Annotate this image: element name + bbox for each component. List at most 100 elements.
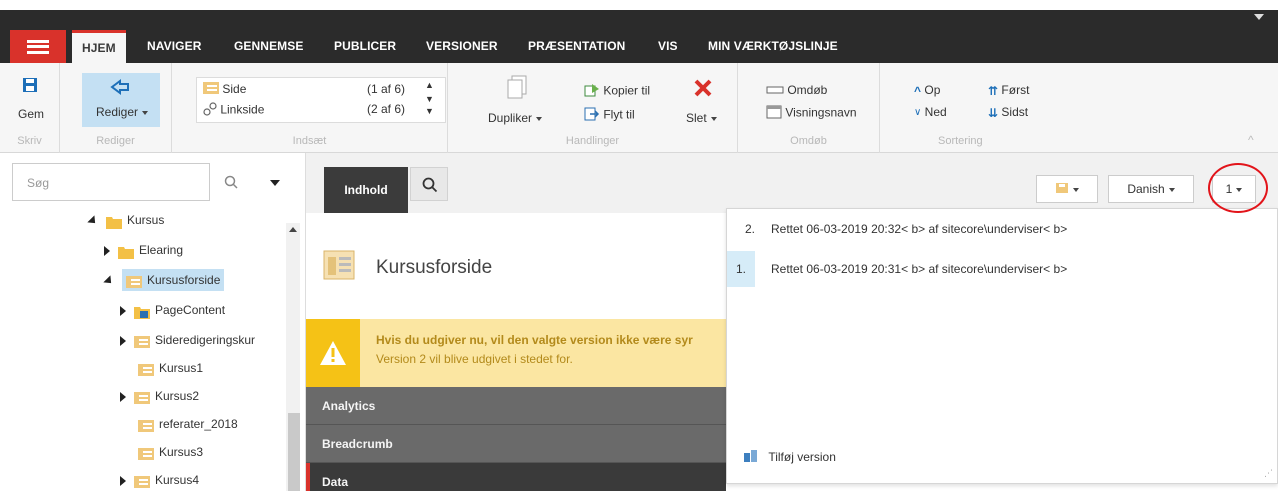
search-icon[interactable] — [224, 175, 238, 192]
tree-item-kursus4[interactable]: Kursus4 — [120, 469, 199, 491]
add-version-icon — [743, 449, 759, 466]
tree-item-label: Kursus1 — [159, 361, 204, 375]
section-breadcrumb[interactable]: Breadcrumb — [306, 425, 726, 463]
tab-naviger[interactable]: NAVIGER — [147, 30, 201, 63]
version-number: 1. — [727, 251, 755, 287]
insert-list: Side (1 af 6) Linkside (2 af 6) ▲ ▼ ▼ — [196, 77, 446, 123]
folder-icon — [106, 214, 122, 229]
move-to-button[interactable]: Flyt til — [584, 107, 635, 124]
content-tree-pane: Søg Kursus Elearing Kursusforside PageCo… — [0, 153, 306, 491]
save-icon[interactable] — [22, 77, 38, 96]
tab-publicer[interactable]: PUBLICER — [334, 30, 396, 63]
move-icon — [584, 107, 600, 124]
duplicate-button-label: Dupliker — [488, 111, 533, 125]
chevron-down-icon: ∨ — [914, 107, 922, 119]
scroll-down-icon[interactable]: ▼ — [425, 94, 434, 104]
section-analytics[interactable]: Analytics — [306, 387, 726, 425]
insert-item-linkside-count: (2 af 6) — [367, 102, 406, 116]
search-options-dropdown[interactable] — [270, 180, 280, 186]
tree-item-label: referater_2018 — [159, 417, 238, 431]
group-label-omdob: Omdøb — [790, 135, 827, 147]
tab-hjem[interactable]: HJEM — [72, 30, 126, 63]
copy-icon — [584, 83, 600, 100]
version-item-selected[interactable]: 1. Rettet 06-03-2019 20:31< b> af siteco… — [727, 251, 1277, 287]
tree-item-kursus[interactable]: Kursus — [87, 209, 164, 231]
tab-vis[interactable]: VIS — [658, 30, 678, 63]
collapse-icon[interactable] — [103, 275, 115, 287]
display-name-button[interactable]: Visningsnavn — [766, 105, 857, 122]
tab-versioner[interactable]: VERSIONER — [426, 30, 498, 63]
sort-last-button[interactable]: ⇊ Sidst — [988, 105, 1028, 120]
expand-icon[interactable]: ▼ — [425, 106, 434, 116]
insert-item-side-label: Side — [222, 82, 247, 96]
insert-item-side[interactable]: Side — [203, 82, 246, 97]
tree-item-pagecontent[interactable]: PageContent — [120, 299, 225, 321]
ribbon-collapse-icon[interactable]: ^ — [1248, 133, 1254, 147]
save-button[interactable]: Gem — [18, 107, 44, 121]
version-number: 2. — [744, 222, 755, 236]
tree-item-kursus2[interactable]: Kursus2 — [120, 385, 199, 407]
sort-last-label: Sidst — [1001, 105, 1029, 119]
tree-item-sideredigeringskur[interactable]: Sideredigeringskur — [120, 329, 255, 351]
menu-button[interactable] — [10, 30, 66, 63]
add-version-button[interactable]: Tilføj version — [743, 449, 836, 466]
group-label-skriv: Skriv — [17, 135, 42, 147]
expand-icon[interactable] — [120, 335, 126, 346]
scroll-up-arrow-icon[interactable] — [289, 227, 297, 232]
edit-button-label: Rediger — [96, 105, 139, 119]
edit-button[interactable]: Rediger — [82, 73, 160, 127]
expand-icon[interactable] — [120, 475, 126, 486]
page-icon — [203, 82, 219, 97]
group-label-handlinger: Handlinger — [565, 135, 620, 147]
duplicate-icon[interactable] — [506, 75, 528, 102]
scroll-up-icon[interactable]: ▲ — [425, 80, 434, 90]
item-title: Kursusforside — [376, 257, 493, 278]
duplicate-button[interactable]: Dupliker — [488, 111, 543, 125]
expand-icon[interactable] — [120, 305, 126, 316]
search-icon — [422, 177, 438, 196]
tree-item-elearing[interactable]: Elearing — [104, 239, 183, 261]
tab-praesentation[interactable]: PRÆSENTATION — [528, 30, 625, 63]
double-chevron-up-icon: ⇈ — [988, 83, 999, 98]
language-selector[interactable]: Danish — [1108, 175, 1194, 203]
insert-item-linkside[interactable]: Linkside — [203, 102, 264, 119]
expand-icon[interactable] — [120, 391, 126, 402]
delete-button-label: Slet — [686, 111, 707, 125]
page-icon — [138, 418, 154, 432]
expand-icon[interactable] — [104, 245, 110, 256]
tree-item-kursusforside[interactable]: Kursusforside — [103, 269, 225, 291]
highlight-circle — [1208, 163, 1268, 213]
rename-button[interactable]: Omdøb — [766, 83, 827, 98]
tab-gennemse[interactable]: GENNEMSE — [234, 30, 303, 63]
collapse-icon[interactable] — [87, 215, 99, 227]
tree-item-kursus1[interactable]: Kursus1 — [138, 357, 203, 379]
tab-min-vaerktoejslinje[interactable]: MIN VÆRKTØJSLINJE — [708, 30, 838, 63]
scroll-thumb[interactable] — [288, 413, 300, 491]
tree-scrollbar[interactable] — [286, 223, 300, 491]
version-item[interactable]: 2. Rettet 06-03-2019 20:32< b> af siteco… — [727, 211, 1277, 247]
collapse-arrow-icon[interactable] — [1254, 14, 1264, 20]
search-input[interactable]: Søg — [12, 163, 210, 201]
page-icon — [126, 274, 142, 288]
delete-button[interactable]: Slet — [686, 111, 717, 125]
sort-first-label: Først — [1001, 83, 1030, 97]
resize-grip-icon[interactable]: ⋰ — [1264, 468, 1273, 479]
tree-item-label: Kursus2 — [155, 389, 200, 403]
sort-first-button[interactable]: ⇈ Først — [988, 83, 1029, 98]
language-label: Danish — [1127, 182, 1165, 196]
tab-indhold[interactable]: Indhold — [324, 167, 408, 213]
double-chevron-down-icon: ⇊ — [988, 105, 999, 120]
sort-up-button[interactable]: ^ Op — [914, 83, 940, 98]
save-options-button[interactable] — [1036, 175, 1098, 203]
save-icon — [1055, 177, 1069, 203]
version-text: Rettet 06-03-2019 20:31< b> af sitecore\… — [771, 262, 1068, 276]
tree-item-kursus3[interactable]: Kursus3 — [138, 441, 203, 463]
copy-to-button[interactable]: Kopier til — [584, 83, 650, 100]
tree-item-referater-2018[interactable]: referater_2018 — [138, 413, 238, 435]
add-version-label: Tilføj version — [768, 449, 836, 464]
delete-icon[interactable] — [694, 79, 712, 100]
search-tab[interactable] — [410, 167, 448, 201]
sort-down-button[interactable]: ∨ Ned — [914, 105, 947, 119]
section-data[interactable]: Data — [306, 463, 726, 491]
hamburger-icon — [27, 39, 49, 54]
